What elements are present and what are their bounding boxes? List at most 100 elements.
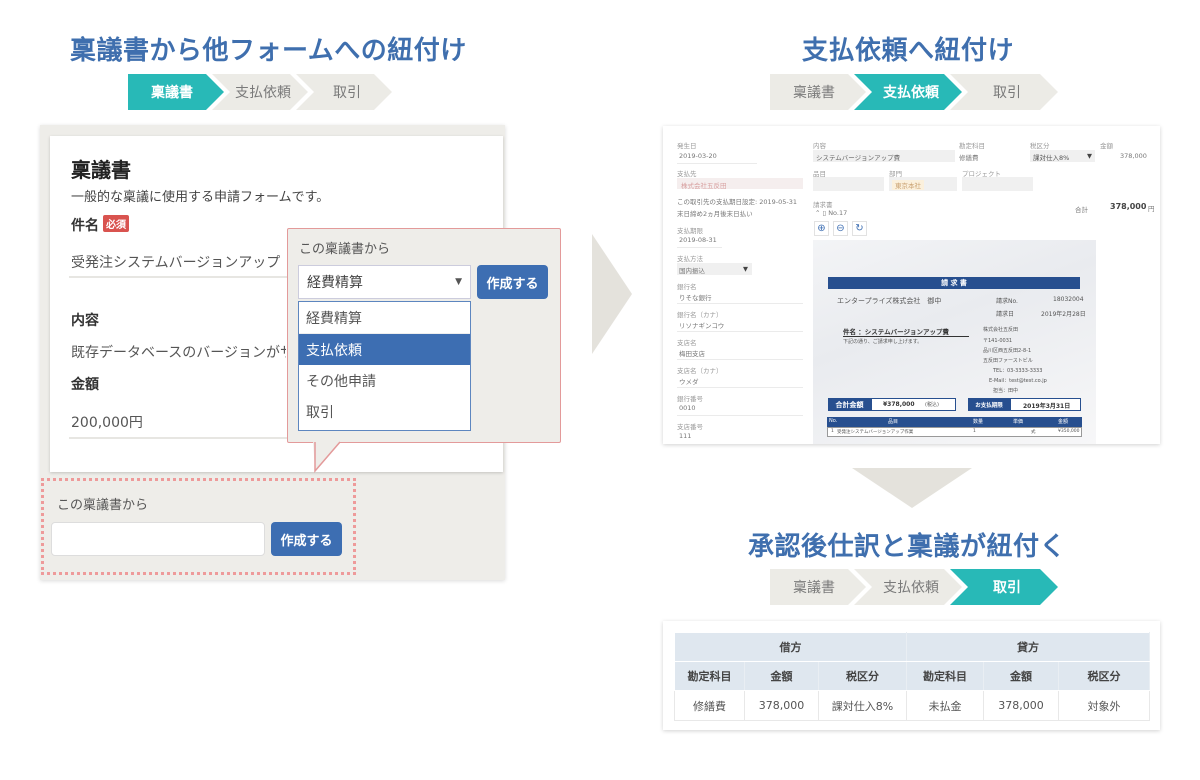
debit-account: 修繕費 [674,690,745,721]
issuer-line: 担当：田中 [993,388,1019,394]
journal-step-indicator: 稟議書 支払依頼 取引 [770,569,1046,605]
invoice-col: 数量 [973,419,984,425]
amount-value[interactable]: 378,000 [1120,152,1147,160]
invoice-col: 金額 [1058,419,1069,425]
arrow-right-icon [592,234,632,354]
amount-value[interactable]: 200,000円 [71,412,143,432]
file-icon: ▯ [822,209,827,217]
account-label: 勘定科目 [959,142,985,150]
content-label: 内容 [813,142,826,150]
invoice-due-label: お支払期限 [968,398,1010,411]
debit-tax: 課対仕入8% [818,690,907,721]
invoice-table-header [827,417,1082,427]
bank-value[interactable]: りそな銀行 [679,292,712,302]
invoice-label: 請求書 [813,201,833,209]
option-transaction[interactable]: 取引 [299,396,470,427]
bank-kana-value[interactable]: リソナギンコウ [679,320,724,330]
total-unit: 円 [1148,205,1155,213]
branch-kana-label: 支店名（カナ） [677,367,723,375]
step-ringi: 稟議書 [128,74,224,110]
divider [677,387,803,388]
zoom-in-icon[interactable]: ⊕ [814,221,829,236]
content-value[interactable]: 既存データベースのバージョンがサポ [71,342,286,362]
option-payment-request[interactable]: 支払依頼 [299,334,470,365]
divider [677,163,757,164]
step-payment-request: 支払依頼 [212,74,308,110]
content-value: システムバージョンアップ費 [816,154,901,162]
tax-value: 課対仕入8% [1033,154,1070,162]
payment-request-screenshot: 発生日 2019-03-20 支払先 株式会社五反田 この取引先の支払期日設定:… [663,126,1160,444]
issuer-line: 五反田ファーストビル [983,358,1033,364]
form-type-options: 経費精算 支払依頼 その他申請 取引 [298,301,471,431]
option-other-request[interactable]: その他申請 [299,365,470,396]
divider [677,331,803,332]
table-row: 修繕費 378,000 課対仕入8% 未払金 378,000 対象外 [674,690,1150,721]
step-transaction: 取引 [950,74,1058,110]
zoom-out-icon[interactable]: ⊖ [833,221,848,236]
branch-kana-value[interactable]: ウメダ [679,376,699,386]
debit-amount: 378,000 [744,690,819,721]
payee-value: 株式会社五反田 [681,182,727,190]
invoice-total-label: 合計金額 [828,398,871,411]
form-type-select[interactable]: 経費精算 ▼ [298,265,471,299]
invoice-note: 下記の通り、ご請求申し上げます。 [843,339,923,345]
bank-code-value[interactable]: 0010 [679,404,696,412]
arrow-down-icon [852,468,972,508]
rotate-icon[interactable]: ↻ [852,221,867,236]
content-label: 内容 [71,313,99,329]
journal-section-title: 承認後仕訳と稟議が紐付く [748,532,1067,562]
invoice-cell: 1 [831,429,834,434]
popup-label: この稟議書から [299,242,391,257]
amount-label: 金額 [71,377,99,393]
subject-value[interactable]: 受発注システムバージョンアップ [71,252,280,272]
invoice-attachment[interactable]: ⌃ ▯ No.17 [815,209,847,217]
create-button[interactable]: 作成する [271,522,342,556]
column-header: 税区分 [818,661,907,691]
popup-tail [313,441,341,473]
invoice-col: 品目 [888,419,899,425]
invoice-cell: ¥350,000 [1058,429,1080,434]
left-section-title: 稟議書から他フォームへの紐付け [70,36,467,66]
dept-value: 東京本社 [892,180,924,190]
invoice-image: 請 求 書 エンタープライズ株式会社 御中 請求No. 18032004 請求日… [813,240,1096,444]
popup-create-button[interactable]: 作成する [477,265,548,299]
tax-label: 税区分 [1030,142,1050,150]
branch-value[interactable]: 梅田支店 [679,348,705,358]
option-expense[interactable]: 経費精算 [299,302,470,334]
issuer-line: 〒141-0031 [983,338,1013,344]
chevron-up-icon: ⌃ [815,209,821,217]
branch-code-label: 支店番号 [677,423,703,431]
step-ringi: 稟議書 [770,74,866,110]
item-field[interactable] [813,177,884,191]
payment-section-title: 支払依頼へ紐付け [802,36,1015,66]
form-title: 稟議書 [71,158,131,182]
left-step-indicator: 稟議書 支払依頼 取引 [128,74,380,110]
amount-underline [69,437,294,439]
column-header: 税区分 [1058,661,1150,691]
invoice-col: No. [829,418,838,424]
journal-table: 借方 貸方 勘定科目 金額 税区分 勘定科目 金額 税区分 修繕費 378,00… [674,632,1150,721]
due-date-value[interactable]: 2019-08-31 [679,236,717,244]
link-form-select[interactable] [51,522,265,556]
payee-label: 支払先 [677,170,697,178]
total-label: 合計 [1075,206,1088,214]
bank-code-label: 銀行番号 [677,395,703,403]
account-value[interactable]: 修繕費 [959,152,979,162]
step-transaction: 取引 [950,569,1058,605]
credit-tax: 対象外 [1058,690,1150,721]
column-header: 金額 [744,661,819,691]
invoice-due-value: 2019年3月31日 [1023,403,1071,410]
credit-account: 未払金 [906,690,984,721]
link-form-label: この稟議書から [57,498,149,513]
occur-date-value[interactable]: 2019-03-20 [679,152,717,160]
required-badge: 必須 [103,215,129,232]
divider [677,303,803,304]
invoice-no-value: 18032004 [1053,296,1084,303]
issuer-line: TEL：03-3333-3333 [993,368,1043,374]
branch-code-value[interactable]: 111 [679,432,691,440]
form-description: 一般的な稟議に使用する申請フォームです。 [71,190,330,205]
divider [677,415,803,416]
project-field[interactable] [962,177,1033,191]
subject-underline [69,276,294,278]
total-value: 378,000 [1110,202,1147,211]
